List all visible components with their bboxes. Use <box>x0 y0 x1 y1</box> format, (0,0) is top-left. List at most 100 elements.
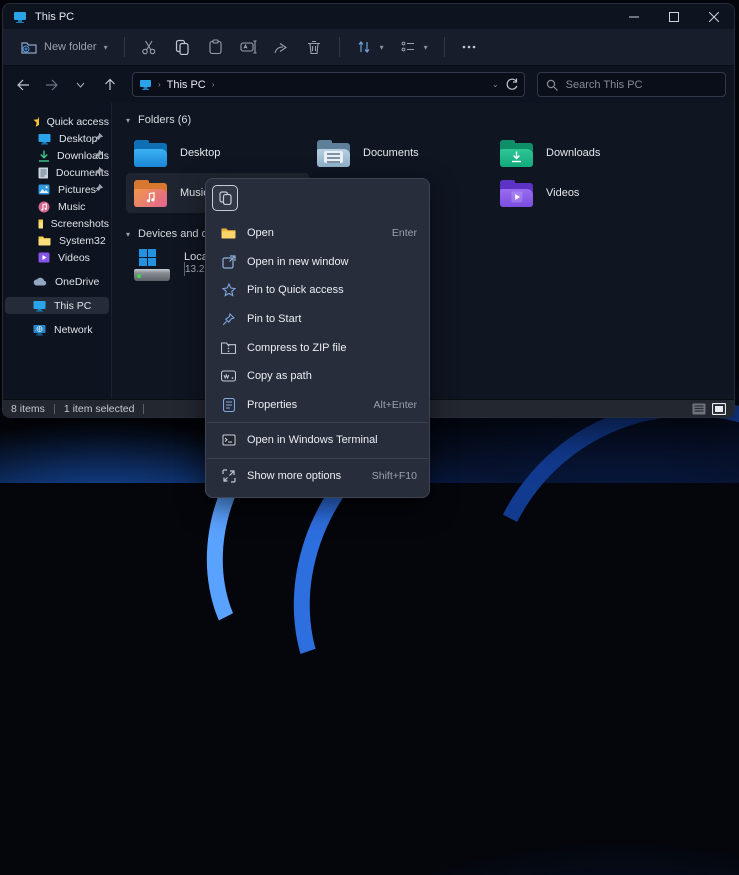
local-disk-icon <box>134 249 172 283</box>
menu-item-open[interactable]: Open Enter <box>206 219 429 248</box>
share-icon <box>273 39 290 56</box>
refresh-icon[interactable] <box>505 78 518 91</box>
context-menu-items: Open Enter Open in new window Pin to Qui… <box>206 216 429 490</box>
folder-icon <box>38 218 43 229</box>
sidebar-item-label: Desktop <box>59 133 98 145</box>
sidebar-item-downloads[interactable]: Downloads <box>5 147 109 164</box>
sidebar-item-label: Videos <box>58 252 90 264</box>
menu-item-pin-to-quick-access[interactable]: Pin to Quick access <box>206 276 429 305</box>
address-dropdown-icon[interactable]: ⌄ <box>492 80 499 89</box>
sidebar-item-music[interactable]: Music <box>5 198 109 215</box>
sidebar-item-label: Pictures <box>58 184 96 196</box>
context-menu-icon-bar <box>206 179 429 216</box>
sidebar-item-quick-access[interactable]: Quick access <box>5 113 109 130</box>
sidebar-item-network[interactable]: Network <box>5 321 109 338</box>
folder-tile-videos[interactable]: Videos <box>492 173 675 213</box>
menu-item-pin-to-start[interactable]: Pin to Start <box>206 305 429 334</box>
selection-count: 1 item selected <box>64 403 135 415</box>
see-more-button[interactable] <box>454 34 485 61</box>
breadcrumb-chevron-icon[interactable]: › <box>212 80 215 89</box>
sort-button[interactable]: ▾ <box>349 34 391 61</box>
menu-item-compress-to-zip[interactable]: Compress to ZIP file <box>206 333 429 362</box>
menu-item-properties[interactable]: Properties Alt+Enter <box>206 391 429 420</box>
desktop-folder-icon <box>134 140 167 167</box>
toolbar-divider <box>124 37 125 57</box>
title-bar[interactable]: This PC <box>3 4 734 29</box>
pin-icon <box>94 133 103 142</box>
sidebar-item-label: Quick access <box>47 116 109 128</box>
rename-button[interactable] <box>233 34 264 61</box>
sidebar-item-onedrive[interactable]: OneDrive <box>5 273 109 290</box>
copy-button[interactable] <box>167 34 198 61</box>
pin-star-icon <box>220 283 237 297</box>
new-folder-label: New folder <box>44 41 97 53</box>
view-icon <box>400 39 417 56</box>
menu-separator <box>207 422 428 423</box>
address-bar[interactable]: › This PC › ⌄ <box>132 72 525 97</box>
show-more-icon <box>220 469 237 483</box>
sidebar-item-desktop[interactable]: Desktop <box>5 130 109 147</box>
open-folder-icon <box>220 227 237 239</box>
sidebar-item-pictures[interactable]: Pictures <box>5 181 109 198</box>
folder-tile-desktop[interactable]: Desktop <box>126 133 309 173</box>
breadcrumb[interactable]: This PC <box>167 79 206 91</box>
delete-button[interactable] <box>299 34 330 61</box>
chevron-down-icon: ▾ <box>424 43 428 52</box>
folder-icon <box>38 235 51 246</box>
folder-label: Desktop <box>180 147 220 159</box>
sidebar-item-this-pc[interactable]: This PC <box>5 297 109 314</box>
recent-locations-button[interactable] <box>68 73 93 97</box>
menu-separator <box>207 458 428 459</box>
menu-item-open-in-windows-terminal[interactable]: Open in Windows Terminal <box>206 426 429 455</box>
paste-button[interactable] <box>200 34 231 61</box>
sidebar-item-documents[interactable]: Documents <box>5 164 109 181</box>
menu-item-copy-as-path[interactable]: Copy as path <box>206 362 429 391</box>
cut-button[interactable] <box>134 34 165 61</box>
this-pc-icon <box>13 11 27 23</box>
maximize-button[interactable] <box>654 4 694 29</box>
minimize-button[interactable] <box>614 4 654 29</box>
desktop: { "window": { "title": "This PC" }, "too… <box>0 0 739 483</box>
star-icon <box>33 115 39 128</box>
chevron-down-icon: ▾ <box>126 116 130 125</box>
pin-icon <box>94 150 103 159</box>
share-button[interactable] <box>266 34 297 61</box>
large-icons-view-icon[interactable] <box>712 403 726 415</box>
copy-icon-button[interactable] <box>212 185 238 211</box>
details-view-icon[interactable] <box>692 403 706 415</box>
documents-folder-icon <box>317 140 350 167</box>
menu-item-open-in-new-window[interactable]: Open in new window <box>206 248 429 277</box>
folder-tile-documents[interactable]: Documents <box>309 133 492 173</box>
video-icon <box>38 252 50 263</box>
network-icon <box>33 324 46 336</box>
status-divider <box>54 404 55 414</box>
address-row: › This PC › ⌄ <box>3 66 734 103</box>
folders-header-label: Folders (6) <box>138 114 191 126</box>
folder-label: Videos <box>546 187 579 199</box>
document-icon <box>38 167 48 179</box>
sidebar-item-label: Network <box>54 324 93 336</box>
back-button[interactable] <box>11 73 36 97</box>
search-input[interactable] <box>566 79 706 91</box>
downloads-folder-icon <box>500 140 533 167</box>
cloud-icon <box>33 277 47 286</box>
navigation-pane: Quick access Desktop Downloads Documents… <box>3 103 111 399</box>
forward-button[interactable] <box>40 73 65 97</box>
folder-label: Documents <box>363 147 419 159</box>
rename-icon <box>240 39 257 56</box>
ellipsis-icon <box>461 39 478 56</box>
this-pc-icon <box>33 300 46 312</box>
new-folder-button[interactable]: New folder ▾ <box>13 34 115 61</box>
folders-section-header[interactable]: ▾ Folders (6) <box>126 111 734 129</box>
sidebar-item-system32[interactable]: System32 <box>5 232 109 249</box>
view-button[interactable]: ▾ <box>393 34 435 61</box>
sidebar-item-videos[interactable]: Videos <box>5 249 109 266</box>
menu-item-show-more-options[interactable]: Show more options Shift+F10 <box>206 462 429 491</box>
search-box[interactable] <box>537 72 726 97</box>
folder-tile-downloads[interactable]: Downloads <box>492 133 675 173</box>
copy-path-icon <box>220 370 237 382</box>
close-button[interactable] <box>694 4 734 29</box>
context-menu: Open Enter Open in new window Pin to Qui… <box>205 178 430 498</box>
up-button[interactable] <box>97 73 122 97</box>
sidebar-item-screenshots[interactable]: Screenshots <box>5 215 109 232</box>
